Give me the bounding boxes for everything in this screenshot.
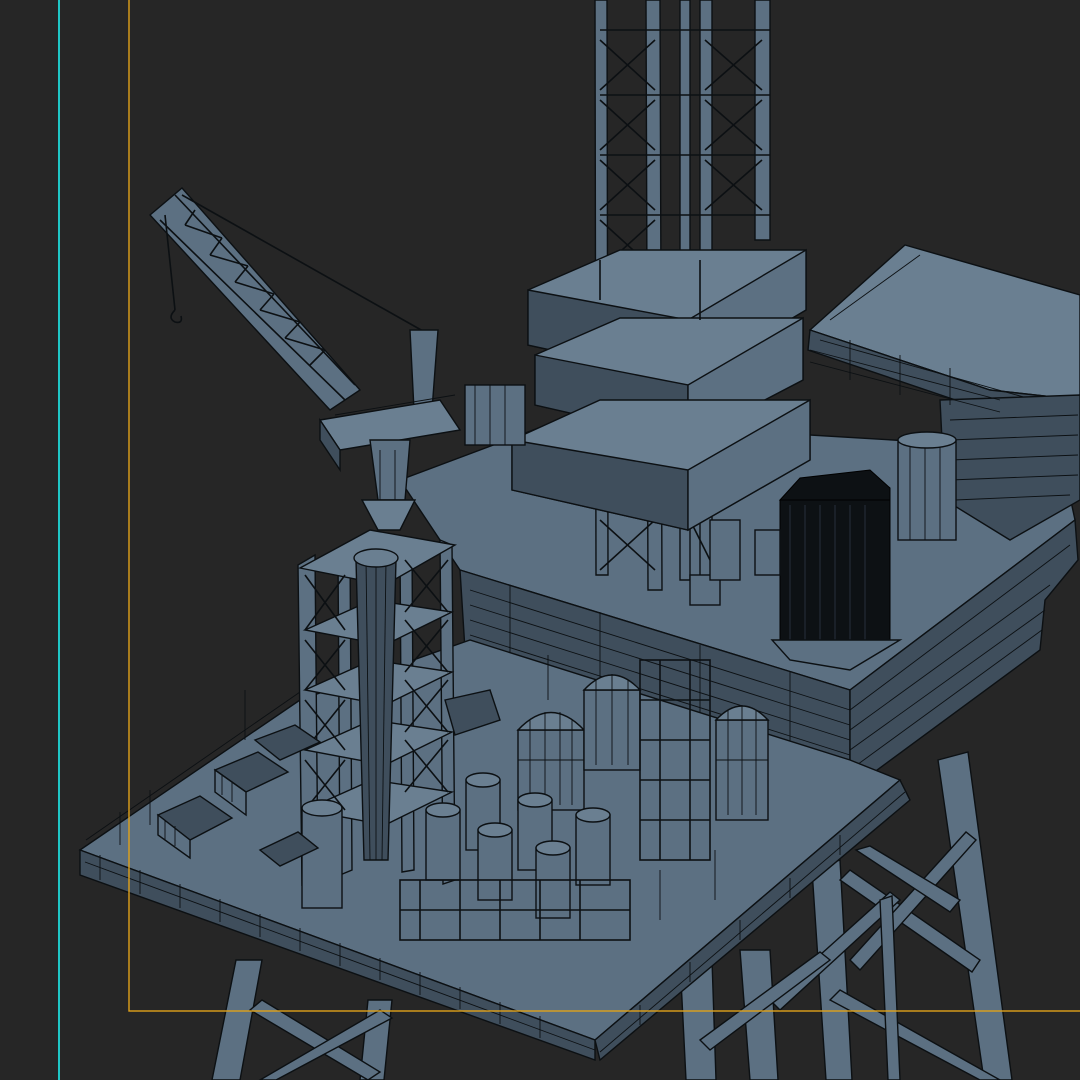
3d-viewport[interactable] — [0, 0, 1080, 1080]
wireframe-scene — [58, 0, 1080, 1080]
vessel-cluster — [770, 469, 903, 671]
